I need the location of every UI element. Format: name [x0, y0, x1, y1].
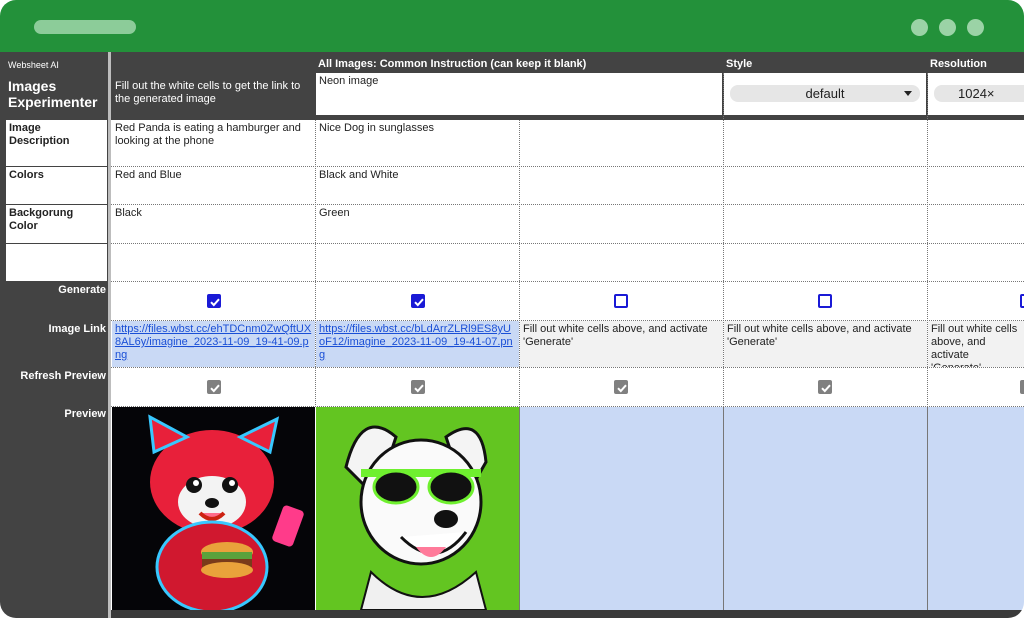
colors-cell-1[interactable]: Red and Blue — [112, 167, 315, 204]
grid-line — [111, 243, 1024, 244]
description-cell-3[interactable] — [520, 120, 723, 166]
header-style: Style — [726, 58, 753, 70]
colors-cell-5[interactable] — [928, 167, 1024, 204]
red-panda-image-icon — [112, 407, 315, 610]
refresh-checkbox-2[interactable] — [411, 380, 425, 394]
image-link-2[interactable]: https://files.wbst.cc/bLdArrZLRl9ES8yUoF… — [319, 323, 513, 361]
refresh-checkbox-5[interactable] — [1020, 380, 1024, 394]
preview-image-2 — [316, 407, 519, 610]
preview-image-5 — [928, 407, 1024, 610]
grid-line — [111, 204, 1024, 205]
image-link-cell-5: Fill out white cells above, and activate… — [928, 321, 1024, 367]
resolution-select-value: 1024× — [958, 86, 995, 101]
row-label-image-link: Image Link — [48, 323, 106, 335]
description-cell-5[interactable] — [928, 120, 1024, 166]
image-link-cell-4: Fill out white cells above, and activate… — [724, 321, 927, 367]
check-icon — [414, 384, 424, 393]
style-select-value: default — [805, 86, 845, 101]
preview-image-1 — [112, 407, 315, 610]
row-label-preview: Preview — [64, 408, 106, 420]
window-dot-1[interactable] — [911, 19, 928, 36]
grid-line — [111, 281, 1024, 282]
grid-line — [519, 407, 520, 610]
refresh-row — [111, 368, 1024, 406]
preview-image-4 — [724, 407, 927, 610]
refresh-checkbox-4[interactable] — [818, 380, 832, 394]
common-instruction-input[interactable]: Neon image — [316, 73, 722, 115]
colors-cell-2[interactable]: Black and White — [316, 167, 519, 204]
row-label-refresh: Refresh Preview — [20, 370, 106, 382]
image-link-1[interactable]: https://files.wbst.cc/ehTDCnm0ZwQftUX8AL… — [115, 323, 311, 361]
field-label-empty — [6, 244, 107, 281]
app-window: Websheet AI Images Experimenter All Imag… — [0, 0, 1024, 618]
check-icon — [210, 384, 220, 393]
dog-sunglasses-image-icon — [316, 407, 519, 610]
window-dot-3[interactable] — [967, 19, 984, 36]
style-select[interactable]: default — [730, 85, 920, 102]
brand-small: Websheet AI — [8, 60, 59, 70]
background-cell-1[interactable]: Black — [112, 205, 315, 243]
style-cell[interactable]: default — [724, 73, 926, 115]
grid-line — [111, 406, 1024, 407]
description-cell-2[interactable]: Nice Dog in sunglasses — [316, 120, 519, 166]
generate-checkbox-5[interactable] — [1020, 294, 1024, 308]
field-label-background: Backgorung Color — [6, 205, 107, 243]
description-cell-1[interactable]: Red Panda is eating a hamburger and look… — [112, 120, 315, 166]
address-bar-placeholder — [34, 20, 136, 34]
grid-line — [723, 73, 724, 407]
resolution-select[interactable]: 1024× — [934, 85, 1024, 102]
resolution-cell[interactable]: 1024× — [928, 73, 1024, 115]
title-bar — [0, 0, 1024, 52]
bottom-border — [111, 610, 1024, 618]
check-icon — [414, 298, 424, 307]
refresh-checkbox-3[interactable] — [614, 380, 628, 394]
grid-line — [111, 166, 1024, 167]
header-resolution: Resolution — [930, 58, 987, 70]
image-link-cell-2[interactable]: https://files.wbst.cc/bLdArrZLRl9ES8yUoF… — [316, 321, 519, 367]
generate-checkbox-1[interactable] — [207, 294, 221, 308]
background-cell-4[interactable] — [724, 205, 927, 243]
instruction-hint: Fill out the white cells to get the link… — [115, 80, 301, 105]
description-cell-4[interactable] — [724, 120, 927, 166]
grid-line — [927, 73, 928, 407]
grid-line — [723, 407, 724, 610]
image-link-cell-1[interactable]: https://files.wbst.cc/ehTDCnm0ZwQftUX8AL… — [112, 321, 315, 367]
generate-checkbox-2[interactable] — [411, 294, 425, 308]
app-title: Images Experimenter — [8, 78, 98, 110]
generate-checkbox-4[interactable] — [818, 294, 832, 308]
grid-line — [111, 367, 1024, 368]
grid-line — [519, 120, 520, 407]
grid-line — [927, 407, 928, 610]
check-icon — [821, 384, 831, 393]
spreadsheet: Websheet AI Images Experimenter All Imag… — [0, 52, 1024, 618]
grid-line — [111, 320, 1024, 321]
header-common-instruction: All Images: Common Instruction (can keep… — [318, 58, 587, 70]
field-label-description: Image Description — [6, 120, 107, 166]
preview-image-3 — [520, 407, 723, 610]
colors-cell-3[interactable] — [520, 167, 723, 204]
check-icon — [617, 384, 627, 393]
generate-row — [111, 282, 1024, 320]
row-label-generate: Generate — [58, 284, 106, 296]
background-cell-5[interactable] — [928, 205, 1024, 243]
generate-checkbox-3[interactable] — [614, 294, 628, 308]
refresh-checkbox-1[interactable] — [207, 380, 221, 394]
check-icon — [210, 298, 220, 307]
window-dot-2[interactable] — [939, 19, 956, 36]
colors-cell-4[interactable] — [724, 167, 927, 204]
chevron-down-icon — [904, 91, 912, 96]
field-label-colors: Colors — [6, 167, 107, 204]
background-cell-2[interactable]: Green — [316, 205, 519, 243]
grid-line — [315, 120, 316, 407]
background-cell-3[interactable] — [520, 205, 723, 243]
image-link-cell-3: Fill out white cells above, and activate… — [520, 321, 723, 367]
